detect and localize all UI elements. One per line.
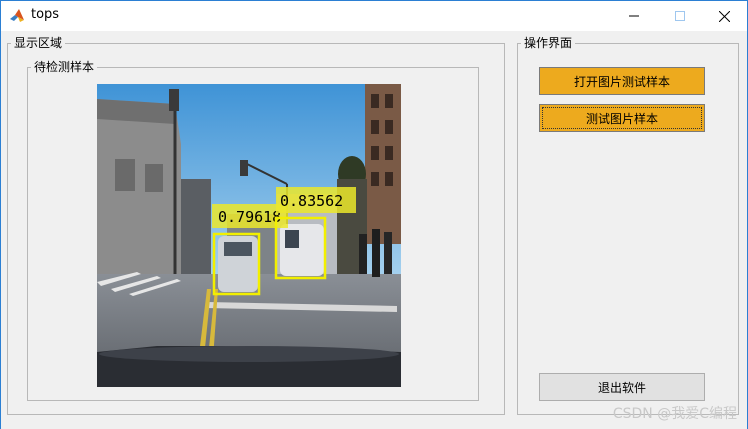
- detection-score-1: 0.79618: [218, 208, 281, 226]
- street-scene-image: 0.79618 0.83562: [97, 84, 401, 387]
- minimize-button[interactable]: [611, 1, 657, 31]
- test-image-button[interactable]: 测试图片样本: [539, 104, 705, 132]
- operation-panel: [517, 43, 739, 415]
- exit-button-label: 退出软件: [597, 380, 646, 395]
- open-image-button-label: 打开图片测试样本: [573, 74, 670, 89]
- client-area: 显示区域 待检测样本 0.79618 0.83562 操作界面 打开图片测试样本…: [1, 31, 747, 429]
- exit-button[interactable]: 退出软件: [539, 373, 705, 401]
- sample-image: 0.79618 0.83562: [97, 84, 401, 387]
- open-image-button[interactable]: 打开图片测试样本: [539, 67, 705, 95]
- display-panel-legend: 显示区域: [11, 36, 66, 50]
- title-bar[interactable]: tops: [1, 1, 747, 31]
- maximize-button[interactable]: [657, 1, 703, 31]
- operation-panel-legend: 操作界面: [521, 36, 576, 50]
- matlab-logo-icon: [9, 8, 25, 24]
- test-image-button-label: 测试图片样本: [585, 111, 658, 126]
- detection-score-2: 0.83562: [280, 192, 343, 210]
- close-button[interactable]: [701, 1, 747, 31]
- window-title: tops: [31, 7, 60, 22]
- maximize-icon: [675, 11, 685, 21]
- close-icon: [718, 10, 730, 22]
- sample-group-legend: 待检测样本: [31, 60, 98, 74]
- watermark-text: CSDN @我爱C编程: [612, 406, 737, 422]
- app-window: tops 显示区域 待检测样本 0.79618 0.83562 操作界面 打开图…: [0, 0, 748, 429]
- minimize-icon: [629, 15, 639, 17]
